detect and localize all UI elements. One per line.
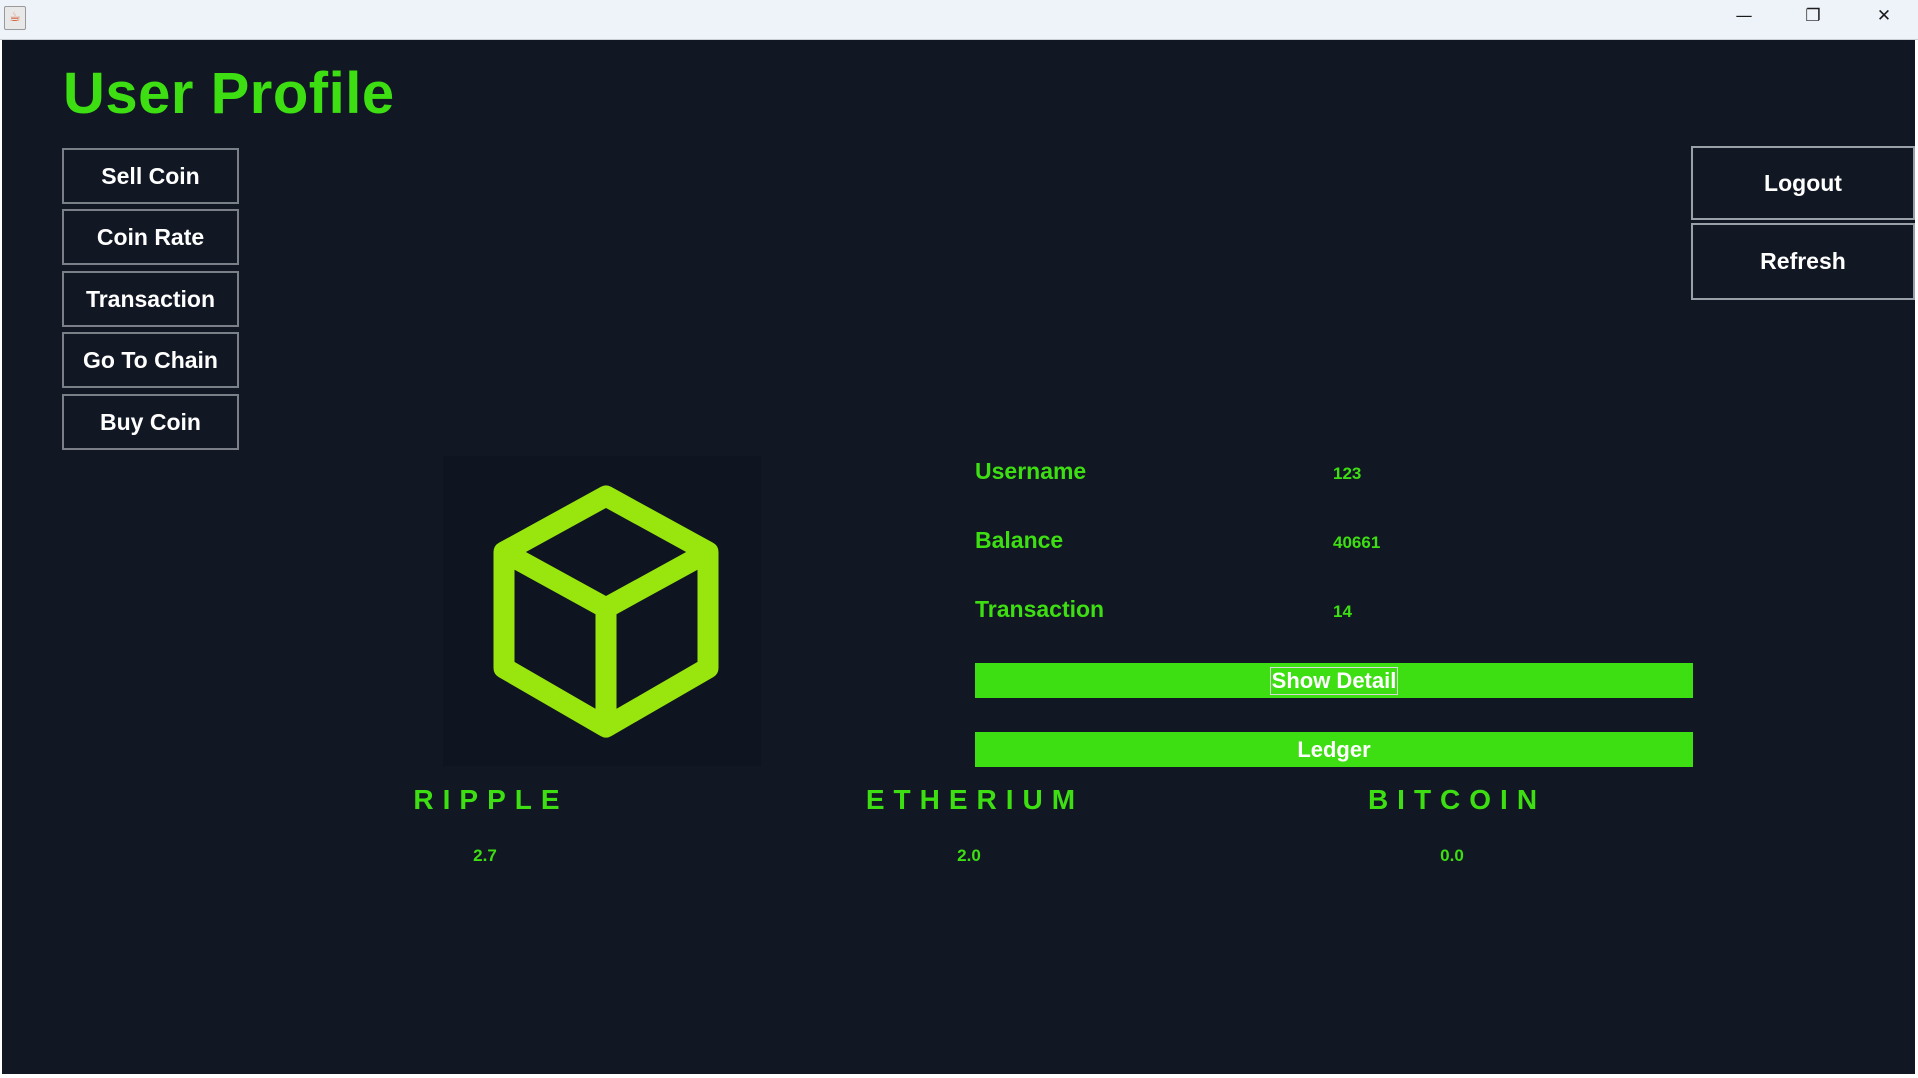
buy-coin-button[interactable]: Buy Coin — [62, 394, 239, 450]
sell-coin-button[interactable]: Sell Coin — [62, 148, 239, 204]
show-detail-label: Show Detail — [1269, 666, 1399, 695]
coin-name-ripple: RIPPLE — [413, 784, 569, 815]
page-title: User Profile — [63, 61, 395, 126]
minimize-button[interactable]: — — [1712, 0, 1776, 32]
coin-value-bitcoin: 0.0 — [1440, 846, 1464, 865]
coin-value-etherium: 2.0 — [957, 846, 981, 865]
logout-button[interactable]: Logout — [1691, 146, 1915, 220]
go-to-chain-button[interactable]: Go To Chain — [62, 332, 239, 388]
transaction-label: Transaction — [975, 596, 1105, 622]
java-cup-icon: ☕ — [4, 6, 26, 30]
balance-value: 40661 — [1333, 533, 1381, 552]
close-icon: ✕ — [1876, 6, 1892, 26]
transaction-button[interactable]: Transaction — [62, 271, 239, 327]
restore-icon: ❐ — [1805, 6, 1821, 26]
refresh-button[interactable]: Refresh — [1691, 223, 1915, 300]
transaction-value: 14 — [1333, 602, 1352, 621]
logo — [443, 456, 761, 766]
coin-value-ripple: 2.7 — [473, 846, 497, 865]
coin-name-etherium: ETHERIUM — [865, 784, 1085, 815]
balance-label: Balance — [975, 527, 1064, 553]
ledger-button[interactable]: Ledger — [975, 732, 1693, 767]
coin-name-bitcoin: BITCOIN — [1367, 784, 1547, 815]
close-button[interactable]: ✕ — [1852, 0, 1916, 32]
coin-rate-button[interactable]: Coin Rate — [62, 209, 239, 265]
minimize-icon: — — [1735, 6, 1753, 26]
cube-icon — [493, 485, 719, 738]
restore-button[interactable]: ❐ — [1781, 0, 1845, 32]
show-detail-button[interactable]: Show Detail — [975, 663, 1693, 698]
username-value: 123 — [1333, 464, 1362, 483]
username-label: Username — [975, 458, 1087, 484]
main-window: User Profile Sell Coin Coin Rate Transac… — [2, 40, 1915, 1074]
window-titlebar: ☕ — ❐ ✕ — [0, 0, 1918, 40]
